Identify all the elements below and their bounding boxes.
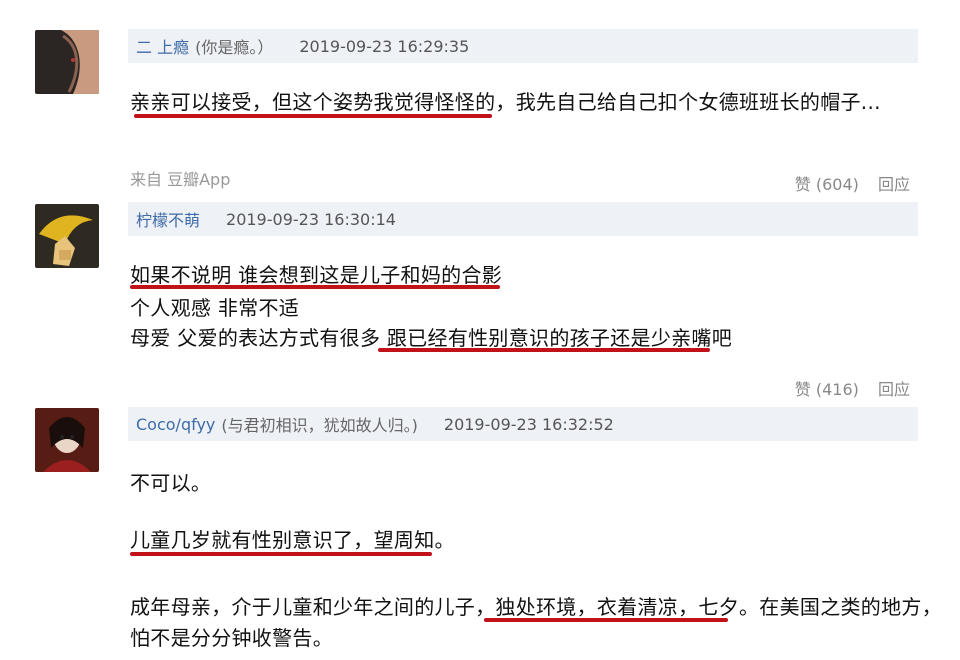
user-motto: (与君初相识，犹如故人归。)	[221, 416, 418, 435]
comment-text: 母爱 父爱的表达方式有很多 跟已经有性别意识的孩子还是少亲嘴吧	[130, 326, 733, 350]
avatar[interactable]	[35, 30, 99, 94]
comment-text: 儿童几岁就有性别意识了，望周知。	[130, 528, 455, 552]
red-underline	[378, 348, 710, 352]
source-label: 来自 豆瓣App	[130, 170, 231, 189]
comment-actions: 赞 (416) 回应	[781, 376, 910, 400]
comment-meta: 柠檬不萌 2019-09-23 16:30:14	[128, 202, 918, 236]
avatar[interactable]	[35, 204, 99, 268]
red-underline	[130, 552, 432, 556]
username-link[interactable]: 柠檬不萌	[136, 207, 200, 231]
username-link[interactable]: 二 上瘾	[136, 34, 189, 58]
reply-button[interactable]: 回应	[878, 380, 910, 399]
user-motto: (你是瘾。）	[195, 38, 274, 57]
comment-text: 不可以。	[130, 471, 212, 495]
like-button[interactable]: 赞 (604)	[795, 175, 859, 194]
comment-text: 如果不说明 谁会想到这是儿子和妈的合影	[130, 263, 503, 287]
comment-meta: 二 上瘾 (你是瘾。） 2019-09-23 16:29:35	[128, 29, 918, 63]
username-link[interactable]: Coco/qfyy	[136, 415, 215, 434]
reply-button[interactable]: 回应	[878, 175, 910, 194]
timestamp: 2019-09-23 16:29:35	[299, 36, 470, 56]
comment-text: 个人观感 非常不适	[130, 296, 300, 320]
comment-text: 亲亲可以接受，但这个姿势我觉得怪怪的，我先自己给自己扣个女德班班长的帽子...	[130, 90, 881, 114]
timestamp: 2019-09-23 16:30:14	[226, 209, 396, 229]
red-underline	[484, 618, 728, 622]
red-underline	[130, 285, 500, 289]
like-button[interactable]: 赞 (416)	[795, 380, 859, 399]
comment-meta: Coco/qfyy (与君初相识，犹如故人归。) 2019-09-23 16:3…	[128, 407, 918, 441]
comment-text: 怕不是分分钟收警告。	[130, 626, 333, 650]
comment-text: 成年母亲，介于儿童和少年之间的儿子，独处环境，衣着清凉，七夕。在美国之类的地方，	[130, 595, 942, 619]
timestamp: 2019-09-23 16:32:52	[443, 414, 614, 434]
comment-actions: 赞 (604) 回应	[781, 171, 910, 195]
avatar[interactable]	[35, 408, 99, 472]
red-underline	[134, 114, 492, 118]
